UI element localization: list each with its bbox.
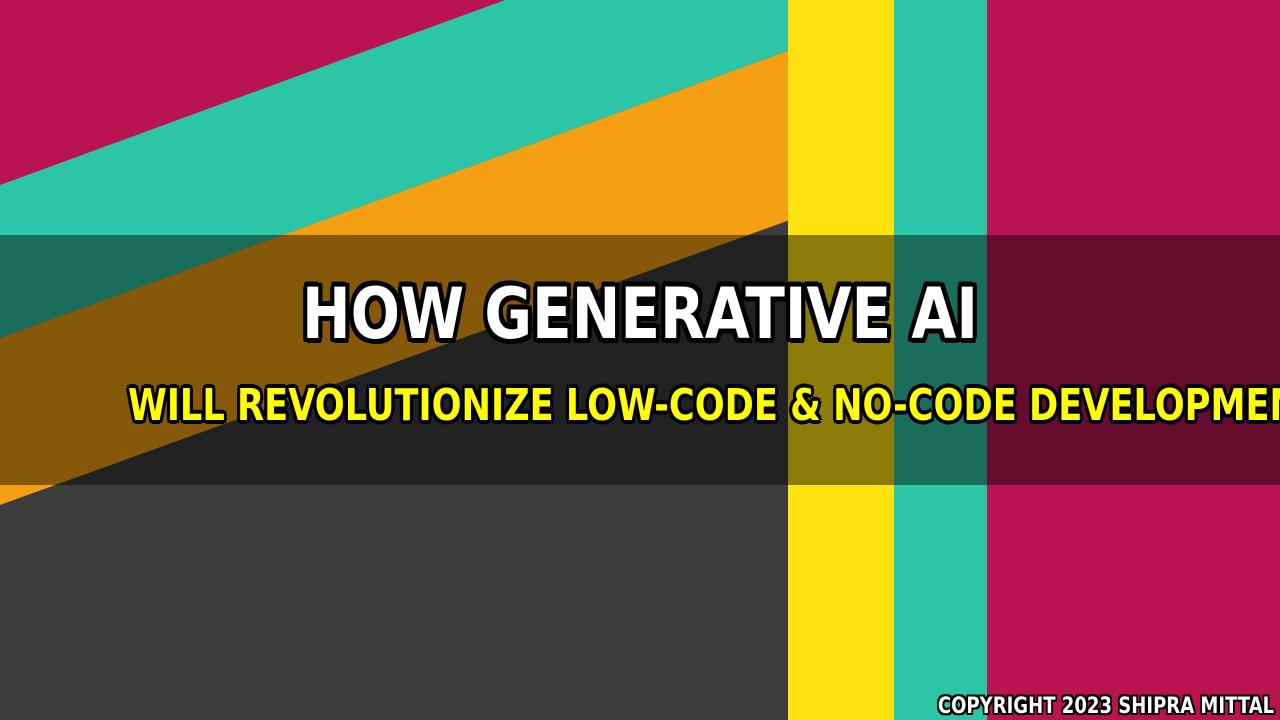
thumbnail-canvas: HOW GENERATIVE AI WILL REVOLUTIONIZE LOW… [0, 0, 1280, 720]
headline-title: HOW GENERATIVE AI [302, 273, 978, 355]
copyright-notice: COPYRIGHT 2023 SHIPRA MITTAL [937, 694, 1274, 719]
headline-subtitle: WILL REVOLUTIONIZE LOW-CODE & NO-CODE DE… [128, 380, 1280, 431]
